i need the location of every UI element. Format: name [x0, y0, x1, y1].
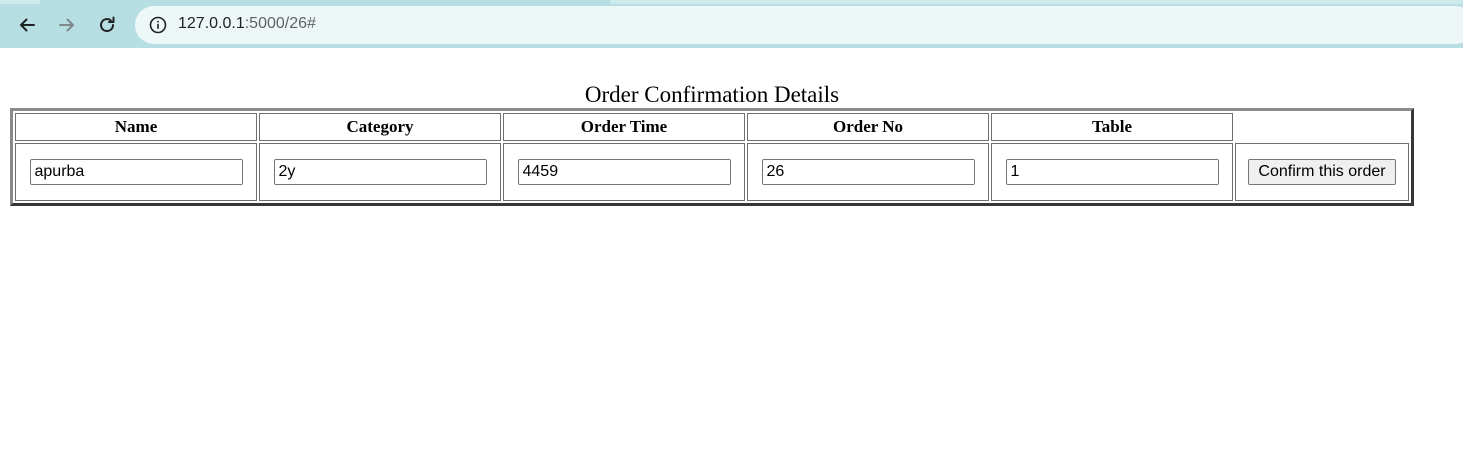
back-button[interactable] [12, 10, 42, 40]
forward-arrow-icon [59, 18, 74, 32]
page-title: Order Confirmation Details [584, 82, 840, 107]
url-host: 127.0.0.1 [178, 15, 245, 32]
cell-name [15, 143, 257, 201]
table-row: Confirm this order [15, 143, 1409, 201]
forward-button[interactable] [52, 10, 82, 40]
url-text[interactable]: 127.0.0.1:5000/26# [178, 15, 316, 33]
name-input[interactable] [29, 159, 243, 185]
cell-category [259, 143, 501, 201]
header-order-no: Order No [747, 113, 989, 141]
back-arrow-icon [20, 18, 35, 32]
url-path: :5000/26# [244, 15, 316, 32]
header-table: Table [991, 113, 1233, 141]
tab-strip [0, 0, 1463, 4]
header-category: Category [259, 113, 501, 141]
header-row: Name Category Order Time Order No Table [15, 113, 1409, 141]
order-time-input[interactable] [517, 159, 731, 185]
cell-action: Confirm this order [1235, 143, 1409, 201]
table-number-input[interactable] [1005, 159, 1219, 185]
order-table: Name Category Order Time Order No Table … [10, 108, 1414, 206]
header-name: Name [15, 113, 257, 141]
reload-button[interactable] [92, 10, 122, 40]
active-tab[interactable] [40, 0, 610, 4]
info-icon[interactable] [149, 16, 167, 34]
cell-order-time [503, 143, 745, 201]
order-no-input[interactable] [761, 159, 975, 185]
cell-table [991, 143, 1233, 201]
confirm-order-button[interactable]: Confirm this order [1248, 159, 1396, 185]
cell-order-no [747, 143, 989, 201]
address-bar[interactable]: 127.0.0.1:5000/26# [135, 6, 1463, 44]
browser-toolbar: 127.0.0.1:5000/26# [0, 0, 1463, 48]
reload-icon [100, 16, 115, 33]
category-input[interactable] [273, 159, 487, 185]
header-order-time: Order Time [503, 113, 745, 141]
header-action [1235, 113, 1409, 141]
